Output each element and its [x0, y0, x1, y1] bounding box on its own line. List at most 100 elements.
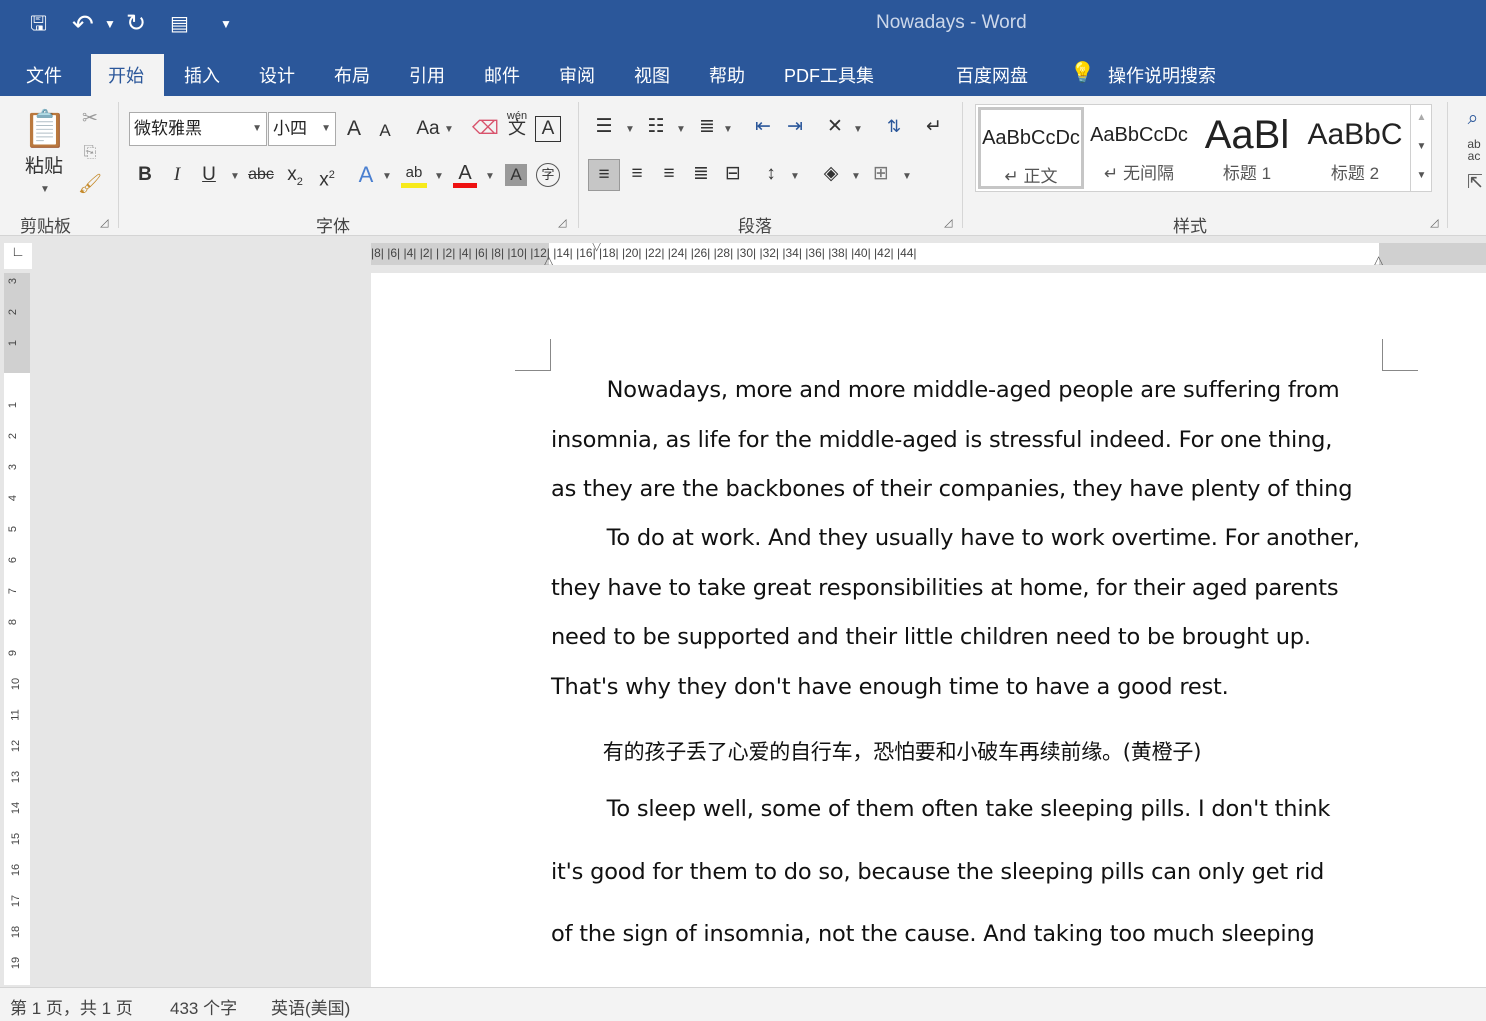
chevron-down-icon[interactable]: ▼ — [434, 171, 444, 182]
cut-icon[interactable]: ✂ — [78, 106, 102, 132]
document-line[interactable]: insomnia, as life for the middle-aged is… — [551, 427, 1332, 453]
redo-icon[interactable]: ↻ — [126, 10, 146, 38]
chevron-down-icon[interactable]: ▼ — [851, 171, 861, 182]
subscript-button[interactable]: x2 — [282, 162, 308, 195]
page-count[interactable]: 第 1 页，共 1 页 — [10, 994, 133, 1019]
document-page[interactable]: Nowadays, more and more middle-aged peop… — [371, 273, 1486, 987]
document-line[interactable]: they have to take great responsibilities… — [551, 575, 1339, 601]
scroll-up-icon[interactable]: ▲ — [1411, 104, 1432, 132]
style-normal[interactable]: AaBbCcDc ↵ 正文 — [978, 107, 1084, 189]
document-line[interactable]: need to be supported and their little ch… — [551, 624, 1311, 650]
format-painter-icon[interactable]: 🖌 — [78, 172, 102, 198]
chevron-down-icon[interactable]: ▼ — [444, 124, 454, 135]
font-name-select[interactable]: 微软雅黑 ▼ — [129, 112, 267, 146]
enclose-characters-icon[interactable]: 字 — [536, 163, 560, 187]
tab-baidu-netdisk[interactable]: 百度网盘 — [956, 62, 1028, 88]
tab-view[interactable]: 视图 — [634, 62, 670, 88]
hanging-indent-marker[interactable]: △ — [544, 253, 553, 265]
style-heading-2[interactable]: AaBbC 标题 2 — [1302, 107, 1408, 189]
chevron-down-icon[interactable]: ▼ — [790, 171, 800, 182]
document-line[interactable]: 有的孩子丢了心爱的自行车，恐怕要和小破车再续前缘。(黄橙子) — [551, 736, 1202, 766]
bullets-icon[interactable]: ☰ — [591, 114, 617, 140]
paragraph-shading-icon[interactable]: ◈ — [818, 161, 844, 187]
align-left-button[interactable]: ≡ — [588, 159, 620, 191]
undo-dropdown-icon[interactable]: ▼ — [104, 10, 116, 38]
tab-references[interactable]: 引用 — [409, 62, 445, 88]
paste-button[interactable]: 粘贴 — [22, 154, 66, 180]
document-line[interactable]: To do at work. And they usually have to … — [551, 525, 1360, 551]
underline-button[interactable]: U — [197, 162, 221, 188]
language-indicator[interactable]: 英语(美国) — [271, 994, 350, 1019]
tab-pdf-tools[interactable]: PDF工具集 — [784, 62, 874, 88]
chevron-down-icon[interactable]: ▼ — [485, 171, 495, 182]
style-heading-1[interactable]: AaBl 标题 1 — [1194, 107, 1300, 189]
align-center-button[interactable]: ≡ — [624, 161, 650, 187]
superscript-button[interactable]: x2 — [314, 162, 340, 193]
increase-indent-icon[interactable]: ⇥ — [782, 114, 808, 140]
highlight-color-icon[interactable]: ab — [401, 160, 427, 188]
styles-launcher-icon[interactable]: ◿ — [1430, 216, 1438, 229]
copy-icon[interactable]: ⎘ — [78, 140, 102, 166]
font-launcher-icon[interactable]: ◿ — [558, 216, 566, 229]
paragraph-launcher-icon[interactable]: ◿ — [944, 216, 952, 229]
tab-home[interactable]: 开始 — [108, 62, 144, 88]
touch-mode-icon[interactable]: ▤ — [170, 10, 189, 38]
document-line[interactable]: it's good for them to do so, because the… — [551, 859, 1324, 885]
tab-layout[interactable]: 布局 — [334, 62, 370, 88]
font-color-icon[interactable]: A — [453, 160, 477, 188]
chevron-down-icon[interactable]: ▼ — [230, 171, 240, 182]
borders-icon[interactable]: ⊞ — [868, 161, 894, 187]
chevron-down-icon[interactable]: ▼ — [723, 124, 733, 135]
text-effects-icon[interactable]: A — [354, 162, 378, 188]
change-case-icon[interactable]: Aa — [412, 116, 444, 142]
tab-review[interactable]: 审阅 — [559, 62, 595, 88]
character-shading-icon[interactable]: A — [505, 164, 527, 186]
document-line[interactable]: Nowadays, more and more middle-aged peop… — [551, 377, 1340, 403]
align-right-button[interactable]: ≡ — [656, 161, 682, 187]
style-no-spacing[interactable]: AaBbCcDc ↵ 无间隔 — [1086, 107, 1192, 189]
decrease-indent-icon[interactable]: ⇤ — [750, 114, 776, 140]
distributed-button[interactable]: ⊟ — [720, 161, 746, 187]
vertical-ruler[interactable]: 3 2 1 1 2 3 4 5 6 7 8 9 10 11 12 13 14 1… — [4, 273, 30, 985]
numbering-icon[interactable]: ☷ — [643, 114, 669, 140]
gallery-more-icon[interactable]: ▼ — [1411, 162, 1432, 190]
tab-design[interactable]: 设计 — [259, 62, 295, 88]
italic-button[interactable]: I — [165, 162, 189, 188]
clear-format-icon[interactable]: ⌫ — [472, 116, 499, 142]
phonetic-guide-icon[interactable]: wén 文 — [504, 110, 530, 137]
first-line-indent-marker[interactable]: ▽ — [592, 243, 601, 253]
font-size-select[interactable]: 小四 ▼ — [268, 112, 336, 146]
chevron-down-icon[interactable]: ▼ — [625, 124, 635, 135]
paste-icon[interactable]: 📋 — [22, 106, 68, 154]
grow-font-icon[interactable]: A — [341, 116, 367, 142]
chevron-down-icon[interactable]: ▼ — [676, 124, 686, 135]
document-line[interactable]: as they are the backbones of their compa… — [551, 476, 1352, 502]
chevron-down-icon[interactable]: ▼ — [853, 124, 863, 135]
text-direction-icon[interactable]: ✕ — [822, 114, 848, 140]
paste-dropdown-icon[interactable]: ▼ — [40, 184, 50, 195]
shrink-font-icon[interactable]: A — [373, 118, 397, 144]
document-line[interactable]: of the sign of insomnia, not the cause. … — [551, 921, 1315, 947]
select-icon[interactable]: ⇱ — [1464, 170, 1486, 196]
show-marks-icon[interactable]: ↵ — [922, 114, 946, 140]
document-line[interactable]: That's why they don't have enough time t… — [551, 674, 1229, 700]
bold-button[interactable]: B — [133, 162, 157, 188]
document-line[interactable]: To sleep well, some of them often take s… — [551, 796, 1331, 822]
justify-button[interactable]: ≣ — [688, 161, 714, 187]
scroll-down-icon[interactable]: ▼ — [1411, 132, 1432, 162]
replace-icon[interactable]: ab ac — [1462, 138, 1486, 162]
customize-qat-icon[interactable]: ▼ — [220, 10, 232, 38]
find-icon[interactable]: ⌕ — [1462, 106, 1484, 132]
strikethrough-button[interactable]: abc — [246, 162, 276, 188]
tab-insert[interactable]: 插入 — [184, 62, 220, 88]
character-border-icon[interactable]: A — [535, 116, 561, 142]
chevron-down-icon[interactable]: ▼ — [902, 171, 912, 182]
undo-icon[interactable]: ↶ — [72, 10, 94, 38]
word-count[interactable]: 433 个字 — [170, 994, 237, 1019]
clipboard-launcher-icon[interactable]: ◿ — [100, 216, 108, 229]
tell-me-search[interactable]: 操作说明搜索 — [1108, 62, 1216, 88]
line-spacing-icon[interactable]: ↕ — [758, 161, 784, 187]
sort-icon[interactable]: ⇅ — [882, 114, 906, 140]
chevron-down-icon[interactable]: ▼ — [382, 171, 392, 182]
horizontal-ruler[interactable]: |8| |6| |4| |2| | |2| |4| |6| |8| |10| |… — [371, 243, 1486, 265]
